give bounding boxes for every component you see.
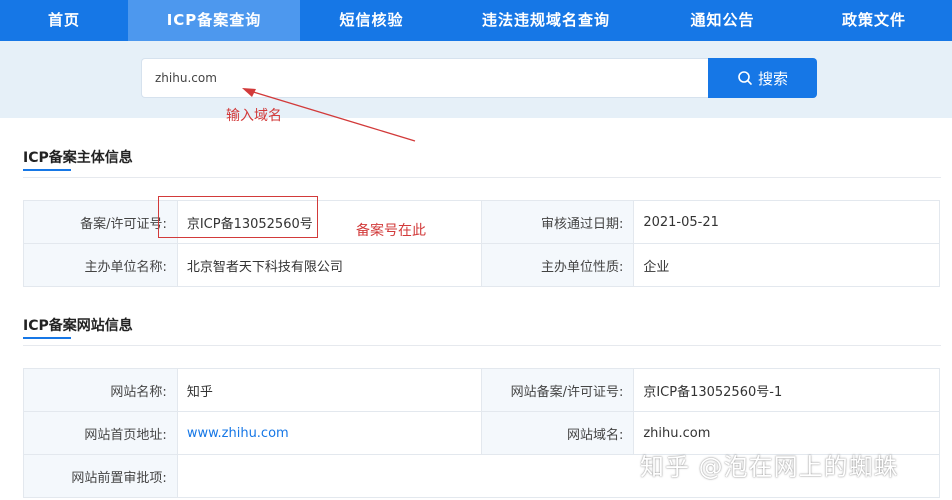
site-section-title: ICP备案网站信息 xyxy=(23,318,133,334)
approval-date-label: 审核通过日期: xyxy=(480,200,635,244)
annotation-record-hint: 备案号在此 xyxy=(356,223,426,239)
site-record-number-value: 京ICP备13052560号-1 xyxy=(633,368,940,412)
organizer-name-value: 北京智者天下科技有限公司 xyxy=(176,243,482,287)
organizer-name-label: 主办单位名称: xyxy=(23,243,178,287)
watermark: 知乎 @泡在网上的蜘蛛 xyxy=(640,453,899,481)
homepage-url-label: 网站首页地址: xyxy=(23,411,178,455)
annotation-highlight-box xyxy=(158,196,318,238)
approval-date-value: 2021-05-21 xyxy=(633,200,940,244)
record-number-label: 备案/许可证号: xyxy=(23,200,178,244)
table-row: 网站名称: 知乎 网站备案/许可证号: 京ICP备13052560号-1 xyxy=(23,368,940,412)
site-domain-label: 网站域名: xyxy=(480,411,635,455)
entity-section-divider xyxy=(23,177,941,178)
site-record-number-label: 网站备案/许可证号: xyxy=(480,368,635,412)
organizer-type-label: 主办单位性质: xyxy=(480,243,635,287)
entity-section-title: ICP备案主体信息 xyxy=(23,150,133,166)
table-row: 主办单位名称: 北京智者天下科技有限公司 主办单位性质: 企业 xyxy=(23,243,940,287)
pre-approval-label: 网站前置审批项: xyxy=(23,454,178,498)
site-section-divider xyxy=(23,345,941,346)
organizer-type-value: 企业 xyxy=(633,243,940,287)
entity-section-underline xyxy=(23,169,71,171)
site-name-label: 网站名称: xyxy=(23,368,178,412)
annotation-input-hint: 输入域名 xyxy=(226,108,282,124)
site-name-value: 知乎 xyxy=(176,368,482,412)
homepage-url-cell: www.zhihu.com xyxy=(176,411,482,455)
homepage-url-link[interactable]: www.zhihu.com xyxy=(187,426,289,441)
site-section-underline xyxy=(23,337,71,339)
